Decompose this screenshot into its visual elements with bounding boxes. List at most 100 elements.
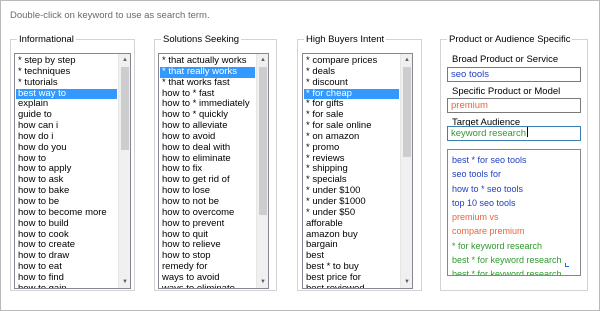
list-item[interactable]: amazon buy (304, 230, 399, 241)
list-item[interactable]: how to relieve (160, 240, 255, 251)
specific-product-value: premium (451, 100, 488, 111)
list-item[interactable]: how to become more (16, 208, 117, 219)
list-item[interactable]: how to avoid (160, 132, 255, 143)
list-item[interactable]: how to * quickly (160, 110, 255, 121)
list-item[interactable]: * shipping (304, 164, 399, 175)
generated-keywords-list[interactable]: best * for seo tools seo tools for how to … (447, 149, 581, 276)
list-item[interactable]: * under $100 (304, 186, 399, 197)
list-item[interactable]: remedy for (160, 262, 255, 273)
list-item[interactable]: * under $1000 (304, 197, 399, 208)
scroll-up-arrow-icon[interactable]: ▲ (257, 54, 268, 66)
scroll-down-arrow-icon[interactable]: ▼ (257, 276, 268, 288)
list-item[interactable]: ways to eliminate (160, 284, 255, 288)
list-item[interactable]: * tutorials (16, 78, 117, 89)
generated-keyword-item[interactable]: premium vs (452, 210, 578, 224)
list-item[interactable]: how to gain (16, 284, 117, 288)
list-item[interactable]: * for cheap (304, 88, 399, 100)
specific-product-input[interactable]: premium (447, 98, 581, 113)
list-item[interactable]: * discount (304, 78, 399, 89)
solutions-seeking-listbox[interactable]: * that actually works * that really works… (158, 53, 269, 289)
list-item[interactable]: afforable (304, 219, 399, 230)
list-item[interactable]: * for gifts (304, 99, 399, 110)
specific-product-label: Specific Product or Model (452, 86, 561, 97)
scroll-down-arrow-icon[interactable]: ▼ (401, 276, 412, 288)
list-item[interactable]: guide to (16, 110, 117, 121)
list-item[interactable]: how to * immediately (160, 99, 255, 110)
list-item[interactable]: * compare prices (304, 56, 399, 67)
list-item[interactable]: how to deal with (160, 143, 255, 154)
list-item[interactable]: bargain (304, 240, 399, 251)
list-item[interactable]: ways to avoid (160, 273, 255, 284)
list-item[interactable]: * for sale online (304, 121, 399, 132)
scroll-thumb[interactable] (259, 67, 267, 215)
list-item[interactable]: how to build (16, 219, 117, 230)
generated-keyword-item[interactable]: best * for seo tools (452, 153, 578, 167)
list-item[interactable]: how to find (16, 273, 117, 284)
list-item[interactable]: how to not be (160, 197, 255, 208)
informational-scrollbar[interactable]: ▲ ▼ (118, 54, 130, 288)
list-item[interactable]: how to be (16, 197, 117, 208)
list-item[interactable]: how to bake (16, 186, 117, 197)
list-item[interactable]: how to draw (16, 251, 117, 262)
list-item[interactable]: * specials (304, 175, 399, 186)
high-buyers-intent-listbox[interactable]: * compare prices * deals * discount * for c… (302, 53, 413, 289)
list-item[interactable]: how to (16, 154, 117, 165)
list-item[interactable]: best way to (16, 88, 117, 100)
list-item[interactable]: how to lose (160, 186, 255, 197)
target-audience-input[interactable]: keyword research (447, 126, 581, 141)
list-item[interactable]: * that actually works (160, 56, 255, 67)
list-item[interactable]: explain (16, 99, 117, 110)
broad-product-input[interactable]: seo tools (447, 67, 581, 82)
list-item[interactable]: * promo (304, 143, 399, 154)
scroll-up-arrow-icon[interactable]: ▲ (119, 54, 130, 66)
list-item[interactable]: * deals (304, 67, 399, 78)
generated-keyword-item[interactable]: seo tools for (452, 167, 578, 181)
high-buyers-intent-group-title: High Buyers Intent (304, 33, 387, 46)
list-item[interactable]: how to fix (160, 164, 255, 175)
scroll-thumb[interactable] (121, 67, 129, 150)
list-item[interactable]: how to overcome (160, 208, 255, 219)
list-item[interactable]: how to * fast (160, 89, 255, 100)
list-item[interactable]: best (304, 251, 399, 262)
list-item[interactable]: * reviews (304, 154, 399, 165)
generated-keyword-item[interactable]: * for keyword research (452, 239, 578, 253)
list-item[interactable]: * that really works (160, 66, 255, 78)
list-item[interactable]: best reviewed (304, 284, 399, 288)
list-item[interactable]: * that works fast (160, 78, 255, 89)
list-item[interactable]: how can i (16, 121, 117, 132)
list-item[interactable]: best * to buy (304, 262, 399, 273)
generated-keyword-item[interactable]: compare premium (452, 224, 578, 238)
list-item[interactable]: how to prevent (160, 219, 255, 230)
scroll-up-arrow-icon[interactable]: ▲ (401, 54, 412, 66)
high-buyers-intent-scrollbar[interactable]: ▲ ▼ (400, 54, 412, 288)
instruction-text: Double-click on keyword to use as search… (10, 10, 210, 21)
list-item[interactable]: best price for (304, 273, 399, 284)
generated-keyword-item[interactable]: best * for keyword research (452, 253, 578, 267)
list-item[interactable]: how to eliminate (160, 154, 255, 165)
scroll-down-arrow-icon[interactable]: ▼ (119, 276, 130, 288)
list-item[interactable]: * for sale (304, 110, 399, 121)
list-item[interactable]: * on amazon (304, 132, 399, 143)
list-item[interactable]: how to create (16, 240, 117, 251)
list-item[interactable]: * step by step (16, 56, 117, 67)
target-audience-value: keyword research (451, 128, 526, 139)
scroll-thumb[interactable] (403, 67, 411, 157)
list-item[interactable]: how to eat (16, 262, 117, 273)
list-item[interactable]: * under $50 (304, 208, 399, 219)
list-item[interactable]: how to apply (16, 164, 117, 175)
generated-keyword-item[interactable]: how to * seo tools (452, 182, 578, 196)
informational-listbox[interactable]: * step by step * techniques * tutorials bes… (14, 53, 131, 289)
list-item[interactable]: how to quit (160, 230, 255, 241)
list-item[interactable]: * techniques (16, 67, 117, 78)
solutions-seeking-scrollbar[interactable]: ▲ ▼ (256, 54, 268, 288)
list-item[interactable]: how to cook (16, 230, 117, 241)
list-item[interactable]: how to get rid of (160, 175, 255, 186)
list-item[interactable]: how do i (16, 132, 117, 143)
list-item[interactable]: how to ask (16, 175, 117, 186)
generated-keyword-item[interactable]: best * for keyword research (452, 267, 578, 275)
list-item[interactable]: how to alleviate (160, 121, 255, 132)
generated-keyword-item[interactable]: top 10 seo tools (452, 196, 578, 210)
cursor-icon (565, 263, 569, 267)
list-item[interactable]: how to stop (160, 251, 255, 262)
list-item[interactable]: how do you (16, 143, 117, 154)
